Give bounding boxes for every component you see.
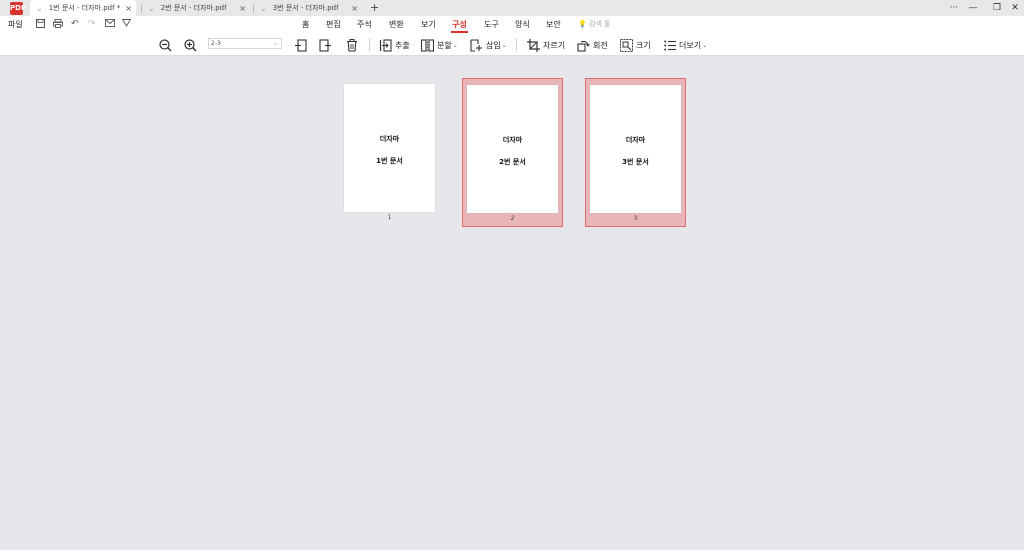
zoom-out-button[interactable] [159,38,175,52]
redo-icon[interactable]: ↷ [88,19,96,29]
crop-button[interactable]: 자르기 [527,38,565,52]
page-number: 3 [633,215,638,222]
menu-forms[interactable]: 양식 [515,19,530,30]
extract-label: 추출 [395,40,410,50]
chevron-down-icon: ⌄ [148,3,155,13]
new-tab-button[interactable]: + [370,0,379,16]
menu-edit[interactable]: 편집 [326,19,341,30]
active-menu-indicator [451,31,468,33]
rotate-label: 회전 [593,40,608,50]
tab-document-2[interactable]: ⌄ 2번 문서 - 더자마.pdf × [142,0,250,16]
menu-home[interactable]: 홈 [302,19,309,30]
page-subtitle: 3번 문서 [622,158,649,166]
tab-document-3[interactable]: ⌄ 3번 문서 - 더자마.pdf × [254,0,362,16]
title-bar: PDF ⌄ 1번 문서 - 더자마.pdf * × ⌄ 2번 문서 - 더자마.… [0,0,1024,16]
minimize-button[interactable]: — [966,0,980,16]
lightbulb-icon: 💡 [578,20,587,28]
print-icon[interactable] [53,19,63,31]
page-preview: 더자마 1번 문서 [344,84,435,212]
undo-icon[interactable]: ↶ [71,19,79,29]
page-title: 더자마 [502,136,523,144]
split-label: 분할 [437,40,452,50]
split-icon [421,38,434,52]
chevron-down-icon: ⌄ [452,41,458,49]
menu-annotate[interactable]: 주석 [357,19,372,30]
page-title: 더자마 [625,136,646,144]
insert-page-icon [470,38,483,52]
list-icon [663,39,676,52]
save-icon[interactable] [36,19,45,31]
page-insert-right-icon [319,38,332,52]
page-number: 1 [387,214,392,221]
chevron-down-icon: ⌄ [36,3,43,13]
page-subtitle: 1번 문서 [376,157,403,165]
insert-button[interactable]: 삽입 ⌄ [470,38,507,52]
page-range-input[interactable]: 2-3 ⌄ [208,38,282,49]
extract-button[interactable]: 추출 [379,38,410,52]
crop-icon [527,38,540,52]
page-thumbnail-2[interactable]: 더자마 2번 문서 2 [462,78,563,227]
insert-label: 삽입 [486,40,501,50]
insert-after-button[interactable] [319,38,335,52]
zoom-out-icon [159,38,172,52]
insert-before-button[interactable] [294,38,310,52]
ribbon-toolbar: 추출 분할 ⌄ 삽입 ⌄ 자르기 회전 크기 더보기 ⌄ [0,34,1024,56]
email-icon[interactable] [105,19,115,30]
page-thumbnail-3[interactable]: 더자마 3번 문서 3 [585,78,686,227]
rotate-icon [577,39,590,52]
more-button[interactable]: 더보기 ⌄ [663,38,707,52]
chevron-down-icon[interactable]: ⌄ [273,39,278,48]
page-insert-left-icon [294,38,307,52]
delete-page-button[interactable] [345,38,361,52]
split-button[interactable]: 분할 ⌄ [421,38,458,52]
menu-bar: 파일 ↶ ↷ 홈 편집 주석 변환 보기 구성 도구 양식 보안 💡 검색 툴 [0,16,1024,34]
menu-organize[interactable]: 구성 [452,19,467,30]
page-number: 2 [510,215,515,222]
zoom-in-icon [184,38,197,52]
size-button[interactable]: 크기 [620,38,651,52]
tab-document-1[interactable]: ⌄ 1번 문서 - 더자마.pdf * × [30,0,136,16]
file-menu[interactable]: 파일 [8,19,23,30]
chevron-down-icon: ⌄ [260,3,267,13]
page-preview: 더자마 2번 문서 [467,85,558,213]
page-title: 더자마 [379,135,400,143]
extract-icon [379,38,392,52]
chevron-down-icon: ⌄ [702,41,708,49]
close-tab-icon[interactable]: × [125,4,132,13]
close-tab-icon[interactable]: × [239,4,246,13]
menu-tools[interactable]: 도구 [484,19,499,30]
menu-convert[interactable]: 변환 [389,19,404,30]
close-window-button[interactable]: ✕ [1008,0,1022,16]
menu-security[interactable]: 보안 [546,19,561,30]
restore-button[interactable]: ❐ [990,0,1004,16]
tool-search[interactable]: 💡 검색 툴 [578,19,611,29]
crop-label: 자르기 [543,40,566,50]
tool-search-label: 검색 툴 [588,20,611,28]
chevron-down-icon: ⌄ [501,41,507,49]
page-preview: 더자마 3번 문서 [590,85,681,213]
tab-label: 3번 문서 - 더자마.pdf [272,4,339,12]
page-subtitle: 2번 문서 [499,158,526,166]
zoom-in-button[interactable] [184,38,200,52]
customize-dropdown-icon[interactable] [121,19,132,30]
page-range-value: 2-3 [211,40,221,47]
resize-icon [620,38,633,52]
rotate-button[interactable]: 회전 [577,38,608,52]
page-thumbnail-1[interactable]: 더자마 1번 문서 1 [343,78,444,227]
close-tab-icon[interactable]: × [351,4,358,13]
size-label: 크기 [636,40,651,50]
tab-label: 2번 문서 - 더자마.pdf [160,4,227,12]
app-logo: PDF [10,2,26,15]
more-label: 더보기 [679,40,702,50]
tab-label: 1번 문서 - 더자마.pdf * [48,4,121,12]
toolbar-divider [369,38,370,51]
toolbar-divider [516,38,517,51]
more-options-button[interactable]: ··· [947,0,961,16]
trash-icon [345,38,358,52]
menu-view[interactable]: 보기 [421,19,436,30]
